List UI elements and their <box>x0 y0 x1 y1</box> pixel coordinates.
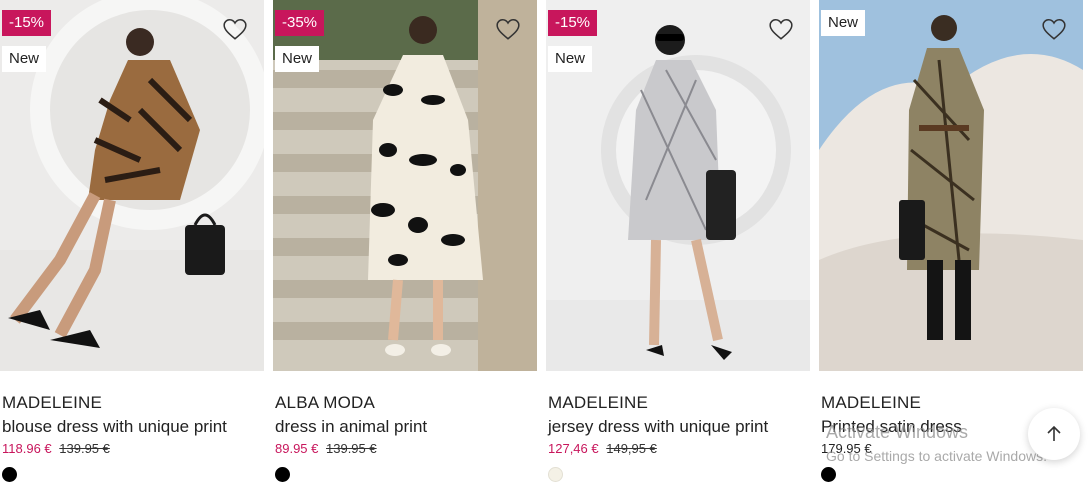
heart-outline-icon[interactable] <box>1041 16 1067 42</box>
product-card[interactable]: -15% New MADELEINE blouse dress with uni… <box>0 0 264 486</box>
product-brand[interactable]: MADELEINE <box>548 393 648 413</box>
product-grid: -15% New MADELEINE blouse dress with uni… <box>0 0 1088 486</box>
heart-outline-icon[interactable] <box>222 16 248 42</box>
color-swatch[interactable] <box>275 467 290 482</box>
discount-badge: -15% <box>2 10 52 36</box>
original-price: 139.95 € <box>326 441 377 456</box>
product-brand[interactable]: MADELEINE <box>2 393 102 413</box>
product-card[interactable]: -35% New ALBA MODA dress in animal print… <box>273 0 537 486</box>
original-price: 149,95 € <box>606 441 657 456</box>
sale-price: 118.96 € <box>2 441 52 456</box>
product-image[interactable]: New <box>819 0 1083 371</box>
color-swatch[interactable] <box>548 467 563 482</box>
product-title[interactable]: jersey dress with unique print <box>548 417 768 437</box>
product-title[interactable]: dress in animal print <box>275 417 427 437</box>
new-badge: New <box>2 46 47 72</box>
product-card[interactable]: -15% New MADELEINE jersey dress with uni… <box>546 0 810 486</box>
heart-outline-icon[interactable] <box>495 16 521 42</box>
product-image[interactable]: -15% New <box>0 0 264 371</box>
heart-outline-icon[interactable] <box>768 16 794 42</box>
discount-badge: -15% <box>548 10 598 36</box>
sale-price: 127,46 € <box>548 441 599 456</box>
price-row: 127,46 € 149,95 € <box>548 441 657 456</box>
product-brand[interactable]: ALBA MODA <box>275 393 375 413</box>
new-badge: New <box>821 10 866 36</box>
color-swatch[interactable] <box>2 467 17 482</box>
arrow-up-icon <box>1047 425 1061 441</box>
product-image[interactable]: -15% New <box>546 0 810 371</box>
price-row: 118.96 € 139.95 € <box>2 441 110 456</box>
product-brand[interactable]: MADELEINE <box>821 393 921 413</box>
windows-activation-watermark: Activate Windows Go to Settings to activ… <box>826 422 1047 464</box>
watermark-subtitle: Go to Settings to activate Windows. <box>826 448 1047 464</box>
product-image[interactable]: -35% New <box>273 0 537 371</box>
product-title[interactable]: blouse dress with unique print <box>2 417 227 437</box>
discount-badge: -35% <box>275 10 325 36</box>
back-to-top-button[interactable] <box>1028 408 1080 460</box>
watermark-title: Activate Windows <box>826 422 969 442</box>
new-badge: New <box>275 46 320 72</box>
new-badge: New <box>548 46 593 72</box>
price-row: 89.95 € 139.95 € <box>275 441 377 456</box>
original-price: 139.95 € <box>59 441 110 456</box>
sale-price: 89.95 € <box>275 441 319 456</box>
color-swatch[interactable] <box>821 467 836 482</box>
